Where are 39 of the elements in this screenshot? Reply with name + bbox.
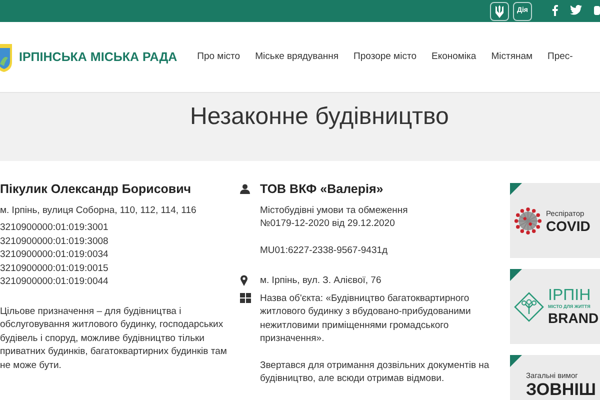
virus-drawing bbox=[514, 206, 542, 234]
nav-link[interactable]: Економіка bbox=[431, 50, 476, 64]
cadastral-number: 3210900000:01:019:3008 bbox=[0, 234, 110, 248]
page-title: Незаконне будівництво bbox=[190, 103, 450, 132]
shield-logo-icon[interactable] bbox=[0, 42, 12, 72]
banner-heading: ЗОВНІШ bbox=[526, 381, 596, 398]
object-name: Назва об'єкта: «Будівництво багатоквартирного житлового будинку з вбудовано-прибудованими нежитловими приміщеннями громадського призначення». bbox=[260, 292, 472, 346]
banner-heading: COVID bbox=[546, 219, 590, 234]
permit-code: MU01:6227-2338-9567-9431д bbox=[260, 244, 388, 257]
nav-link[interactable]: Про місто bbox=[197, 50, 240, 64]
conditions-text: №0179-12-2020 від 29.12.2020 bbox=[260, 217, 396, 230]
corner-accent bbox=[510, 183, 522, 195]
facebook-icon[interactable] bbox=[552, 4, 558, 18]
cadastral-number: 3210900000:01:019:0044 bbox=[0, 275, 110, 288]
purpose-text: Цільове призначення – для будівництва і обслуговування житлового будинку, господарських будівель і споруд, можливе будівництво тільки приватних будинків, багатоквартирних будинків там не може бути. bbox=[0, 304, 228, 372]
cadastral-number: 3210900000:01:019:0015 bbox=[0, 262, 110, 275]
trident-icon bbox=[495, 4, 504, 18]
company-name: ТОВ ВКФ «Валерія» bbox=[260, 183, 384, 196]
address-text: м. Ірпінь, вулиця Соборна, 110, 112, 114, 116 bbox=[0, 204, 198, 217]
emblem-button[interactable] bbox=[490, 2, 509, 20]
banner-heading: ІРПІН bbox=[548, 288, 592, 304]
owner-name: Пікулик Олександр Борисович bbox=[0, 183, 192, 196]
conditions-text: Містобудівні умови та обмеження bbox=[260, 204, 408, 217]
nav-link[interactable]: Прозоре місто bbox=[354, 50, 416, 64]
tree-emblem-icon bbox=[514, 292, 544, 322]
nav-link[interactable]: Містянам bbox=[491, 50, 533, 64]
banner-heading: BRAND bbox=[548, 310, 599, 325]
site-title[interactable]: ІРПІНСЬКА МІСЬКА РАДА bbox=[19, 48, 178, 66]
nav-link[interactable]: Прес- bbox=[548, 50, 573, 64]
corner-accent bbox=[510, 269, 522, 281]
grid-icon bbox=[240, 292, 251, 303]
note-text: Звертався для отримання дозвільних документів на будівництво, але всюди отримав відмови. bbox=[260, 358, 490, 386]
cadastral-number: 3210900000:01:019:3001 bbox=[0, 221, 110, 234]
object-address: м. Ірпінь, вул. З. Алієвої, 76 bbox=[260, 274, 382, 288]
nav-link[interactable]: Міське врядування bbox=[255, 50, 339, 64]
cadastral-number: 3210900000:01:019:0034 bbox=[0, 248, 110, 262]
corner-accent bbox=[510, 355, 522, 367]
map-pin-icon bbox=[240, 274, 248, 286]
person-icon bbox=[240, 184, 250, 194]
